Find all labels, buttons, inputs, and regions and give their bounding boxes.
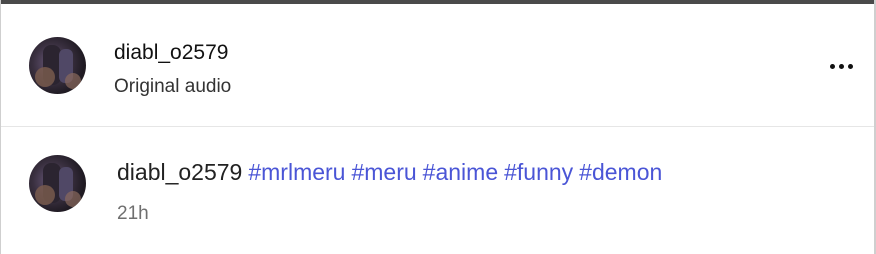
avatar[interactable]: [29, 37, 86, 94]
more-options-button[interactable]: [824, 55, 858, 77]
caption-timestamp[interactable]: 21h: [117, 202, 149, 226]
more-horizontal-icon: [829, 63, 835, 69]
caption-avatar[interactable]: [29, 155, 86, 212]
audio-label[interactable]: Original audio: [114, 75, 231, 99]
hashtag-link[interactable]: #funny: [504, 159, 573, 185]
post-username[interactable]: diabl_o2579: [114, 40, 228, 66]
hashtag-link[interactable]: #anime: [423, 159, 498, 185]
post-header: diabl_o2579 Original audio: [1, 4, 874, 127]
hashtag-link[interactable]: #meru: [351, 159, 416, 185]
caption-text: diabl_o2579 #mrlmeru #meru #anime #funny #dem…: [117, 158, 662, 186]
hashtag-link[interactable]: #demon: [579, 159, 662, 185]
caption-username[interactable]: diabl_o2579: [117, 159, 242, 185]
hashtag-link[interactable]: #mrlmeru: [248, 159, 345, 185]
